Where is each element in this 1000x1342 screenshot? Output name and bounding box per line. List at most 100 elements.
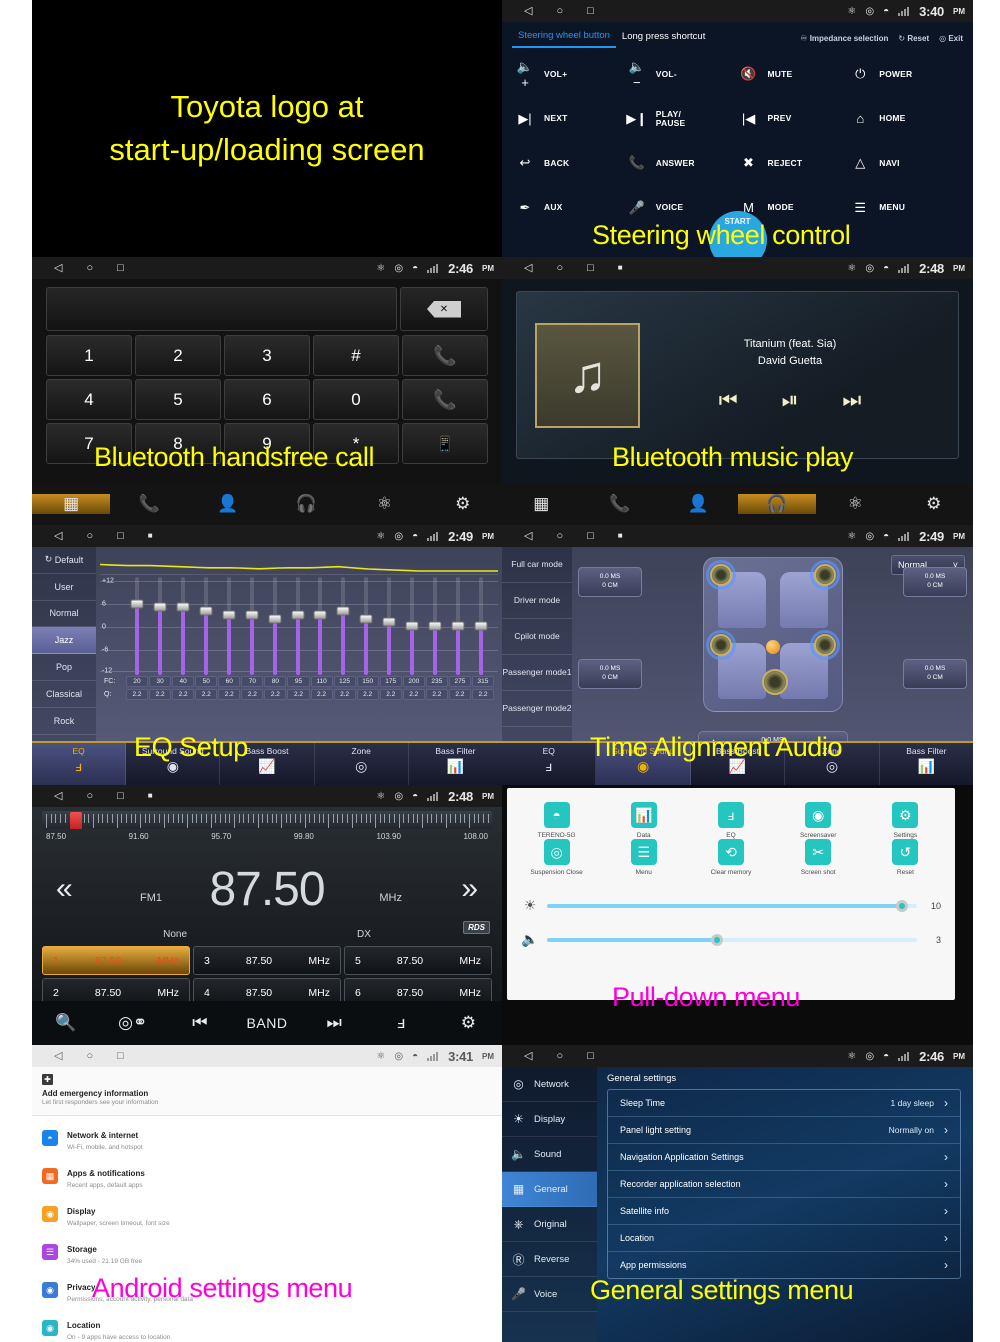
settings-row-apps[interactable]: ▦ Apps & notifications Recent apps, defau… — [32, 1157, 502, 1195]
eq-q-cell[interactable]: 2.2 — [287, 689, 310, 700]
band-button[interactable]: BAND — [233, 1015, 300, 1031]
swc-button-menu[interactable]: ☰ MENU — [849, 186, 961, 231]
eq-band-slider[interactable] — [240, 577, 263, 675]
swc-button-vol-down[interactable]: 🔈− VOL- — [626, 52, 738, 97]
ta-mode-full-car[interactable]: Full car mode — [502, 547, 572, 583]
next-station-button[interactable]: ⏭ — [301, 1013, 368, 1033]
home-icon[interactable]: ○ — [556, 1050, 563, 1062]
eq-q-cell[interactable]: 2.2 — [241, 689, 264, 700]
eq-preset-rock[interactable]: Rock — [32, 708, 96, 735]
eq-q-cell[interactable]: 2.2 — [448, 689, 471, 700]
swc-button-mute[interactable]: 🔇 MUTE — [738, 52, 850, 97]
keyboard-icon[interactable]: ■ — [618, 264, 623, 272]
eq-band-slider[interactable] — [172, 577, 195, 675]
sidebar-item-display[interactable]: ☀ Display — [502, 1102, 597, 1137]
eq-fc-cell[interactable]: 80 — [264, 676, 287, 687]
speaker-value-front-right[interactable]: 0.0 MS 0 CM — [903, 567, 967, 597]
eq-band-slider[interactable] — [401, 577, 424, 675]
audio-tab-bass-boost[interactable]: Bass Boost 📈 — [220, 743, 315, 785]
recents-icon[interactable]: □ — [587, 1050, 594, 1062]
toolbar-bt-device[interactable]: ⚛ — [816, 494, 895, 514]
sidebar-item-voice[interactable]: 🎤 Voice — [502, 1277, 597, 1312]
tile-suspension-close[interactable]: ◎ Suspension Close — [513, 839, 600, 876]
settings-row-privacy[interactable]: ◉ Privacy Permissions, account activity, … — [32, 1271, 502, 1309]
ta-mode-passenger-2[interactable]: Passenger mode2 — [502, 691, 572, 727]
preset-3[interactable]: 3 87.50 MHz — [193, 946, 341, 975]
recents-icon[interactable]: □ — [117, 1050, 124, 1062]
eq-q-cell[interactable]: 2.2 — [310, 689, 333, 700]
home-icon[interactable]: ○ — [556, 262, 563, 274]
toolbar-call-log[interactable]: 📞 — [581, 494, 660, 514]
recents-icon[interactable]: □ — [587, 530, 594, 542]
android-nav-icons[interactable]: ◁ ○ □ — [524, 5, 594, 17]
eq-fc-cell[interactable]: 125 — [333, 676, 356, 687]
eq-fc-cell[interactable]: 50 — [195, 676, 218, 687]
sidebar-item-original[interactable]: ⎈ Original — [502, 1207, 597, 1242]
back-icon[interactable]: ◁ — [54, 790, 62, 802]
back-icon[interactable]: ◁ — [524, 262, 532, 274]
eq-band-slider[interactable] — [126, 577, 149, 675]
settings-row-display[interactable]: ◉ Display Wallpaper, screen timeout, font… — [32, 1195, 502, 1233]
toolbar-bt-audio[interactable]: 🎧 — [267, 494, 345, 514]
tile-settings[interactable]: ⚙ Settings — [862, 802, 949, 839]
settings-row-storage[interactable]: ☰ Storage 34% used - 21.19 GB free — [32, 1233, 502, 1271]
tile-data[interactable]: 📊 Data — [600, 802, 687, 839]
toolbar-contacts[interactable]: 👤 — [659, 494, 738, 514]
recents-icon[interactable]: □ — [117, 262, 124, 274]
key-star[interactable]: * — [313, 423, 399, 464]
next-icon[interactable]: ⏭ — [842, 389, 861, 413]
eq-fc-cell[interactable]: 30 — [149, 676, 172, 687]
eq-band-slider[interactable] — [469, 577, 492, 675]
volume-slider[interactable] — [547, 933, 917, 946]
tile-clear-memory[interactable]: ⟲ Clear memory — [687, 839, 774, 876]
tile-menu[interactable]: ☰ Menu — [600, 839, 687, 876]
phone-number-input[interactable] — [46, 287, 397, 331]
sidebar-item-general[interactable]: ▦ General — [502, 1172, 597, 1207]
back-icon[interactable]: ◁ — [524, 530, 532, 542]
toolbar-call-log[interactable]: 📞 — [110, 494, 188, 514]
speaker-value-front-left[interactable]: 0.0 MS 0 CM — [578, 567, 642, 597]
toolbar-contacts[interactable]: 👤 — [189, 494, 267, 514]
key-4[interactable]: 4 — [46, 379, 132, 420]
setting-row-panel-light[interactable]: Panel light setting Normally on › — [608, 1117, 960, 1144]
key-8[interactable]: 8 — [135, 423, 221, 464]
tune-up-button[interactable]: » — [461, 872, 478, 906]
android-nav-icons[interactable]: ◁ ○ □ ■ — [54, 790, 153, 802]
swc-button-vol-up[interactable]: 🔈+ VOL+ — [514, 52, 626, 97]
ta-mode-passenger-1[interactable]: Passenger mode1 — [502, 655, 572, 691]
eq-band-slider[interactable] — [149, 577, 172, 675]
setting-row-satellite-info[interactable]: Satellite info › — [608, 1198, 960, 1225]
eq-q-cell[interactable]: 2.2 — [264, 689, 287, 700]
eq-band-slider[interactable] — [332, 577, 355, 675]
eq-fc-cell[interactable]: 70 — [241, 676, 264, 687]
audio-tab-surround[interactable]: Surround Sound ◉ — [126, 743, 221, 785]
recents-icon[interactable]: □ — [587, 5, 594, 17]
eq-q-cell[interactable]: 2.2 — [356, 689, 379, 700]
android-nav-icons[interactable]: ◁ ○ □ — [54, 262, 124, 274]
home-icon[interactable]: ○ — [556, 530, 563, 542]
previous-icon[interactable]: ⏮ — [719, 389, 738, 413]
back-icon[interactable]: ◁ — [54, 530, 62, 542]
listening-position-marker[interactable] — [765, 640, 780, 654]
eq-band-slider[interactable] — [195, 577, 218, 675]
key-1[interactable]: 1 — [46, 335, 132, 376]
back-icon[interactable]: ◁ — [54, 262, 62, 274]
eq-band-slider[interactable] — [286, 577, 309, 675]
home-icon[interactable]: ○ — [86, 530, 93, 542]
audio-tab-zone[interactable]: Zone ◎ — [315, 743, 409, 785]
toolbar-bt-device[interactable]: ⚛ — [345, 494, 423, 514]
swc-button-home[interactable]: ⌂ HOME — [849, 97, 961, 142]
tune-down-button[interactable]: « — [56, 872, 73, 906]
eq-q-cell[interactable]: 2.2 — [425, 689, 448, 700]
eq-q-cell[interactable]: 2.2 — [471, 689, 494, 700]
swc-button-power[interactable]: ⏻ POWER — [849, 52, 961, 97]
eq-q-cell[interactable]: 2.2 — [149, 689, 172, 700]
eq-fc-cell[interactable]: 275 — [448, 676, 471, 687]
tile-wifi[interactable]: ◓ TERENO-5G — [513, 802, 600, 839]
eq-band-slider[interactable] — [446, 577, 469, 675]
toolbar-dialpad[interactable]: ▦ — [32, 494, 111, 514]
swc-button-back[interactable]: ↩ BACK — [514, 141, 626, 186]
eq-preset-user[interactable]: User — [32, 574, 96, 601]
tile-screensaver[interactable]: ◉ Screensaver — [775, 802, 862, 839]
prev-station-button[interactable]: ⏮ — [166, 1013, 233, 1033]
